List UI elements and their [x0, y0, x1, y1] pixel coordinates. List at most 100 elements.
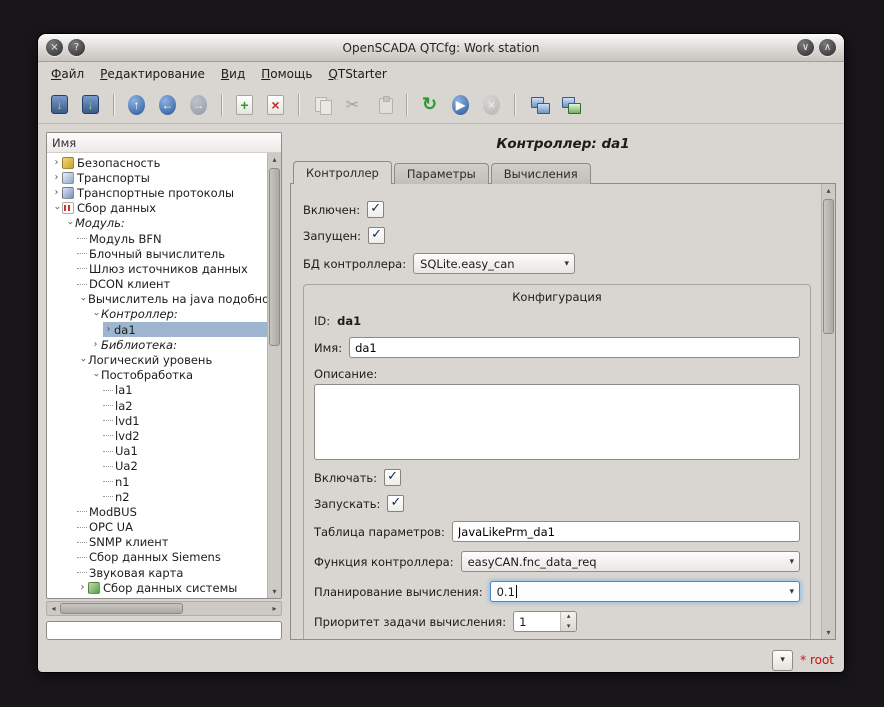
tree-row[interactable]: n1: [47, 474, 267, 489]
copy-item-button[interactable]: [307, 90, 336, 119]
tree-scrollbar[interactable]: ▴ ▾: [267, 153, 281, 598]
tree-row[interactable]: la1: [47, 383, 267, 398]
tab-calculations[interactable]: Вычисления: [491, 163, 591, 184]
collapse-icon[interactable]: ›: [91, 309, 101, 320]
tree-row[interactable]: ›Транспорты: [47, 170, 267, 185]
tree-row[interactable]: Блочный вычислитель: [47, 246, 267, 261]
save-to-db-button[interactable]: ↓: [76, 90, 105, 119]
tree-hscroll-thumb[interactable]: [60, 603, 183, 614]
expand-icon[interactable]: ›: [51, 173, 62, 183]
tree-row[interactable]: Звуковая карта: [47, 565, 267, 580]
tree-row[interactable]: Ua2: [47, 459, 267, 474]
refresh-button[interactable]: ↻: [415, 90, 444, 119]
tree-row[interactable]: Ua1: [47, 444, 267, 459]
content-scroll-thumb[interactable]: [823, 199, 834, 334]
name-input[interactable]: [349, 337, 800, 358]
tree-row[interactable]: ›Модуль:: [47, 216, 267, 231]
add-item-button[interactable]: +: [230, 90, 259, 119]
db-combobox-value: SQLite.easy_can: [420, 257, 515, 271]
collapse-icon[interactable]: ›: [78, 355, 88, 366]
param-table-input[interactable]: [452, 521, 800, 542]
tree-row[interactable]: ›Сбор данных: [47, 201, 267, 216]
menu-item-3[interactable]: Помощь: [253, 64, 320, 84]
status-dropdown[interactable]: ▾: [772, 650, 793, 671]
tree-row[interactable]: lvd1: [47, 413, 267, 428]
running-checkbox[interactable]: ✓: [368, 227, 385, 244]
qtstarter-2-button[interactable]: [554, 90, 583, 119]
menu-item-2[interactable]: Вид: [213, 64, 253, 84]
collapse-icon[interactable]: ›: [65, 218, 75, 229]
load-from-db-button[interactable]: ↓: [45, 90, 74, 119]
tree-row[interactable]: ›Безопасность: [47, 155, 267, 170]
tree-row[interactable]: ›Постобработка: [47, 368, 267, 383]
tree-row[interactable]: ›Вычислитель на java подобном языке: [47, 292, 267, 307]
tab-controller[interactable]: Контроллер: [293, 161, 392, 184]
scroll-up-button[interactable]: ▴: [268, 153, 281, 166]
tree-row[interactable]: ›Сбор данных системы: [47, 580, 267, 595]
delete-item-button[interactable]: ×: [261, 90, 290, 119]
menu-item-4[interactable]: QTStarter: [320, 64, 394, 84]
expand-icon[interactable]: ›: [51, 158, 62, 168]
tree-row[interactable]: ›Библиотека:: [47, 337, 267, 352]
start-button[interactable]: ▶: [446, 90, 475, 119]
tree-row[interactable]: ›Транспортные протоколы: [47, 185, 267, 200]
schedule-combobox[interactable]: 0.1 ▾: [490, 581, 800, 602]
tree-row[interactable]: la2: [47, 398, 267, 413]
scroll-down-button[interactable]: ▾: [822, 626, 835, 639]
qtstarter-1-button[interactable]: [523, 90, 552, 119]
go-up-icon: ↑: [128, 95, 145, 115]
tree-filter-input[interactable]: [46, 621, 282, 640]
cut-item-button[interactable]: ✂: [338, 90, 367, 119]
tree-row[interactable]: lvd2: [47, 428, 267, 443]
tab-parameters[interactable]: Параметры: [394, 163, 489, 184]
expand-icon[interactable]: ›: [103, 325, 114, 335]
content-scrollbar[interactable]: ▴ ▾: [821, 184, 835, 639]
menu-item-0[interactable]: Файл: [43, 64, 92, 84]
enabled-checkbox[interactable]: ✓: [367, 201, 384, 218]
function-combobox[interactable]: easyCAN.fnc_data_req ▾: [461, 551, 800, 572]
title-bar[interactable]: ×? OpenSCADA QTCfg: Work station ∨∧: [38, 34, 844, 62]
stop-button[interactable]: ×: [477, 90, 506, 119]
tree-row[interactable]: DCON клиент: [47, 277, 267, 292]
scroll-up-button[interactable]: ▴: [822, 184, 835, 197]
tree-row[interactable]: ›da1: [47, 322, 267, 337]
spin-down-button[interactable]: ▾: [561, 622, 576, 632]
expand-icon[interactable]: ›: [90, 340, 101, 350]
tree-row[interactable]: Модуль BFN: [47, 231, 267, 246]
help-button[interactable]: ?: [68, 39, 85, 56]
tree-row[interactable]: ModBUS: [47, 504, 267, 519]
collapse-icon[interactable]: ›: [91, 370, 101, 381]
priority-spinbox[interactable]: 1 ▴ ▾: [513, 611, 577, 632]
paste-item-button[interactable]: [369, 90, 398, 119]
tree-row[interactable]: OPC UA: [47, 520, 267, 535]
collapse-icon[interactable]: ›: [78, 294, 88, 305]
menu-item-1[interactable]: Редактирование: [92, 64, 213, 84]
go-forward-button[interactable]: →: [184, 90, 213, 119]
tree-row[interactable]: ›Библиотека шаблонов:: [47, 595, 267, 598]
db-combobox[interactable]: SQLite.easy_can ▾: [413, 253, 575, 274]
scroll-left-button[interactable]: ◂: [47, 602, 60, 615]
maximize-button[interactable]: ∧: [819, 39, 836, 56]
tree-row[interactable]: SNMP клиент: [47, 535, 267, 550]
tree-row[interactable]: ›Логический уровень: [47, 352, 267, 367]
minimize-button[interactable]: ∨: [797, 39, 814, 56]
scroll-down-button[interactable]: ▾: [268, 585, 281, 598]
go-back-button[interactable]: ←: [153, 90, 182, 119]
tree-scroll-thumb[interactable]: [269, 168, 280, 346]
expand-icon[interactable]: ›: [51, 188, 62, 198]
tree-row[interactable]: ›Контроллер:: [47, 307, 267, 322]
tree-hscrollbar[interactable]: ◂ ▸: [46, 601, 282, 616]
scroll-right-button[interactable]: ▸: [268, 602, 281, 615]
to-start-checkbox[interactable]: ✓: [387, 495, 404, 512]
tree-row[interactable]: Шлюз источников данных: [47, 261, 267, 276]
go-up-button[interactable]: ↑: [122, 90, 151, 119]
collapse-icon[interactable]: ›: [52, 203, 62, 214]
expand-icon[interactable]: ›: [77, 583, 88, 593]
close-button[interactable]: ×: [46, 39, 63, 56]
spin-up-button[interactable]: ▴: [561, 612, 576, 622]
tree-row[interactable]: n2: [47, 489, 267, 504]
tree-row[interactable]: Сбор данных Siemens: [47, 550, 267, 565]
check-icon: ✓: [385, 468, 400, 485]
to-enable-checkbox[interactable]: ✓: [384, 469, 401, 486]
description-textarea[interactable]: [314, 384, 800, 460]
